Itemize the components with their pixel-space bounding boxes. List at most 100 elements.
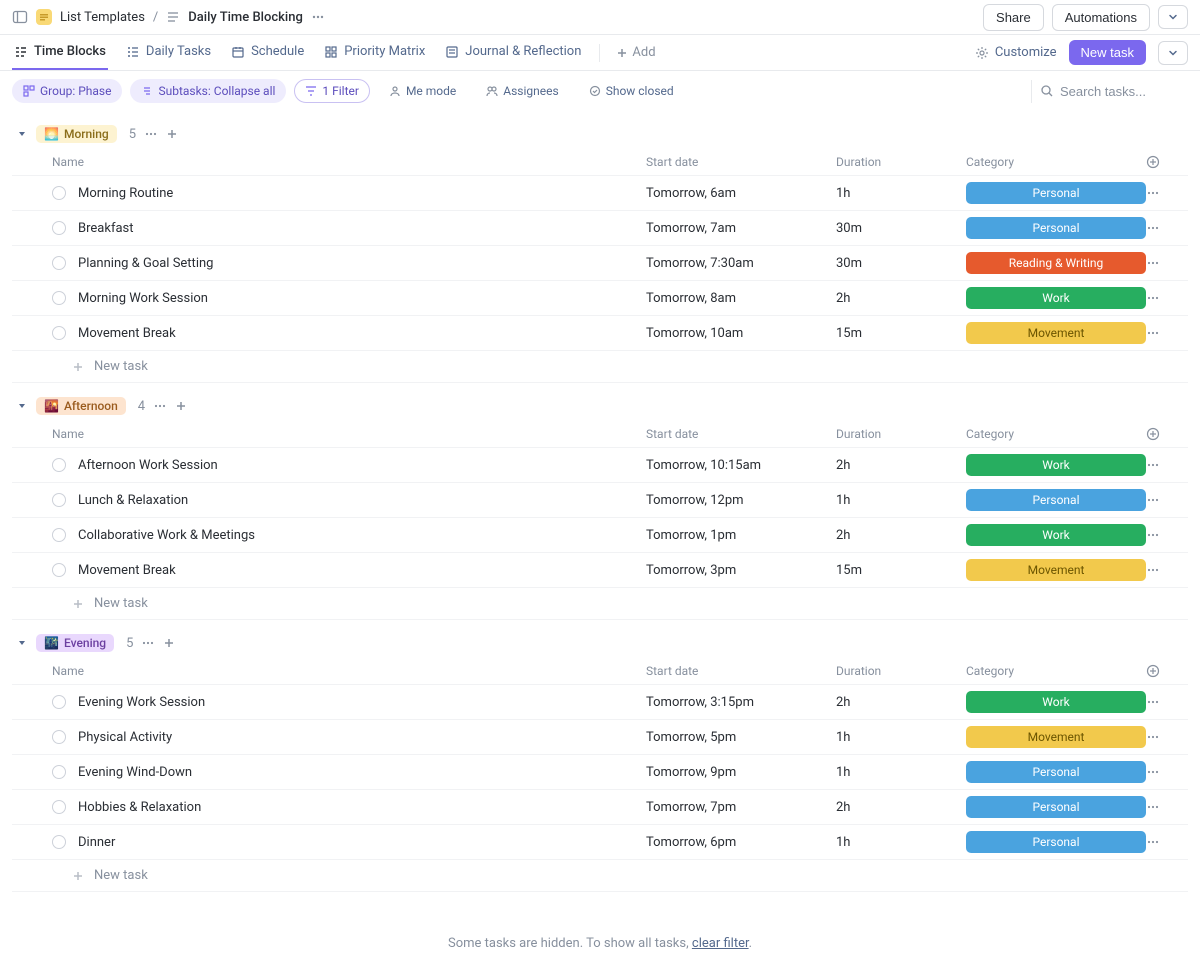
status-circle-icon[interactable] (52, 835, 66, 849)
category-badge[interactable]: Movement (966, 559, 1146, 581)
new-task-row[interactable]: New task (12, 588, 1188, 620)
col-name[interactable]: Name (52, 155, 646, 169)
task-name[interactable]: Dinner (78, 835, 115, 850)
group-more-icon[interactable] (153, 399, 167, 413)
collapse-caret-icon[interactable] (16, 400, 28, 412)
task-duration[interactable]: 30m (836, 221, 966, 236)
task-start-date[interactable]: Tomorrow, 7pm (646, 800, 836, 815)
task-name[interactable]: Afternoon Work Session (78, 458, 218, 473)
status-circle-icon[interactable] (52, 730, 66, 744)
task-name[interactable]: Hobbies & Relaxation (78, 800, 201, 815)
row-more-icon[interactable] (1146, 563, 1176, 577)
row-more-icon[interactable] (1146, 528, 1176, 542)
row-more-icon[interactable] (1146, 326, 1176, 340)
new-task-row[interactable]: New task (12, 860, 1188, 892)
task-row[interactable]: Physical ActivityTomorrow, 5pm1hMovement (12, 720, 1188, 755)
category-badge[interactable]: Movement (966, 726, 1146, 748)
share-button[interactable]: Share (983, 4, 1044, 31)
task-start-date[interactable]: Tomorrow, 3pm (646, 563, 836, 578)
phase-chip[interactable]: 🌃Evening (36, 634, 114, 652)
category-badge[interactable]: Personal (966, 489, 1146, 511)
col-category[interactable]: Category (966, 664, 1146, 678)
task-start-date[interactable]: Tomorrow, 6am (646, 186, 836, 201)
tab-schedule[interactable]: Schedule (229, 35, 306, 70)
task-duration[interactable]: 30m (836, 256, 966, 271)
breadcrumb-more-icon[interactable] (311, 10, 325, 24)
task-duration[interactable]: 15m (836, 563, 966, 578)
group-add-icon[interactable] (175, 400, 187, 412)
row-more-icon[interactable] (1146, 186, 1176, 200)
filter-pill[interactable]: 1 Filter (294, 79, 370, 103)
task-duration[interactable]: 1h (836, 765, 966, 780)
row-more-icon[interactable] (1146, 800, 1176, 814)
new-task-button[interactable]: New task (1069, 40, 1146, 65)
task-start-date[interactable]: Tomorrow, 10:15am (646, 458, 836, 473)
task-row[interactable]: Morning Work SessionTomorrow, 8am2hWork (12, 281, 1188, 316)
col-duration[interactable]: Duration (836, 427, 966, 441)
task-name[interactable]: Morning Work Session (78, 291, 208, 306)
tab-time-blocks[interactable]: Time Blocks (12, 35, 108, 70)
row-more-icon[interactable] (1146, 765, 1176, 779)
task-name[interactable]: Evening Work Session (78, 695, 205, 710)
phase-chip[interactable]: 🌇Afternoon (36, 397, 126, 415)
category-badge[interactable]: Work (966, 691, 1146, 713)
task-row[interactable]: Evening Work Session Tomorrow, 3:15pm2hWo… (12, 685, 1188, 720)
new-task-row[interactable]: New task (12, 351, 1188, 383)
customize-button[interactable]: Customize (975, 45, 1057, 60)
task-start-date[interactable]: Tomorrow, 10am (646, 326, 836, 341)
search-input[interactable] (1060, 84, 1180, 99)
show-closed-pill[interactable]: Show closed (578, 79, 685, 103)
status-circle-icon[interactable] (52, 291, 66, 305)
col-start[interactable]: Start date (646, 427, 836, 441)
task-start-date[interactable]: Tomorrow, 7am (646, 221, 836, 236)
task-start-date[interactable]: Tomorrow, 3:15pm (646, 695, 836, 710)
task-row[interactable]: Dinner Tomorrow, 6pm1hPersonal (12, 825, 1188, 860)
task-name[interactable]: Collaborative Work & Meetings (78, 528, 255, 543)
category-badge[interactable]: Personal (966, 761, 1146, 783)
status-circle-icon[interactable] (52, 800, 66, 814)
task-start-date[interactable]: Tomorrow, 12pm (646, 493, 836, 508)
category-badge[interactable]: Personal (966, 796, 1146, 818)
status-circle-icon[interactable] (52, 326, 66, 340)
task-name[interactable]: Evening Wind-Down (78, 765, 192, 780)
task-row[interactable]: Morning RoutineTomorrow, 6am1hPersonal (12, 176, 1188, 211)
category-badge[interactable]: Work (966, 454, 1146, 476)
breadcrumb-current[interactable]: Daily Time Blocking (188, 10, 303, 25)
task-start-date[interactable]: Tomorrow, 1pm (646, 528, 836, 543)
task-duration[interactable]: 1h (836, 835, 966, 850)
col-duration[interactable]: Duration (836, 664, 966, 678)
task-duration[interactable]: 1h (836, 493, 966, 508)
col-category[interactable]: Category (966, 427, 1146, 441)
col-name[interactable]: Name (52, 664, 646, 678)
task-duration[interactable]: 2h (836, 695, 966, 710)
task-duration[interactable]: 2h (836, 291, 966, 306)
category-badge[interactable]: Personal (966, 831, 1146, 853)
group-more-icon[interactable] (144, 127, 158, 141)
collapse-caret-icon[interactable] (16, 128, 28, 140)
collapse-caret-icon[interactable] (16, 637, 28, 649)
phase-chip[interactable]: 🌅Morning (36, 125, 117, 143)
me-mode-pill[interactable]: Me mode (378, 79, 467, 103)
task-duration[interactable]: 2h (836, 800, 966, 815)
assignees-pill[interactable]: Assignees (475, 79, 569, 103)
task-duration[interactable]: 1h (836, 186, 966, 201)
task-row[interactable]: Collaborative Work & Meetings Tomorrow, 1… (12, 518, 1188, 553)
task-row[interactable]: Planning & Goal SettingTomorrow, 7:30am3… (12, 246, 1188, 281)
status-circle-icon[interactable] (52, 221, 66, 235)
task-start-date[interactable]: Tomorrow, 6pm (646, 835, 836, 850)
clear-filter-link[interactable]: clear filter (692, 936, 749, 951)
task-duration[interactable]: 15m (836, 326, 966, 341)
col-start[interactable]: Start date (646, 664, 836, 678)
task-row[interactable]: BreakfastTomorrow, 7am30mPersonal (12, 211, 1188, 246)
task-start-date[interactable]: Tomorrow, 9pm (646, 765, 836, 780)
add-column-icon[interactable] (1146, 427, 1176, 441)
category-badge[interactable]: Movement (966, 322, 1146, 344)
group-add-icon[interactable] (163, 637, 175, 649)
breadcrumb-parent[interactable]: List Templates (60, 10, 145, 25)
row-more-icon[interactable] (1146, 458, 1176, 472)
group-add-icon[interactable] (166, 128, 178, 140)
tab-journal-reflection[interactable]: Journal & Reflection (443, 35, 583, 70)
task-name[interactable]: Physical Activity (78, 730, 172, 745)
status-circle-icon[interactable] (52, 186, 66, 200)
col-duration[interactable]: Duration (836, 155, 966, 169)
